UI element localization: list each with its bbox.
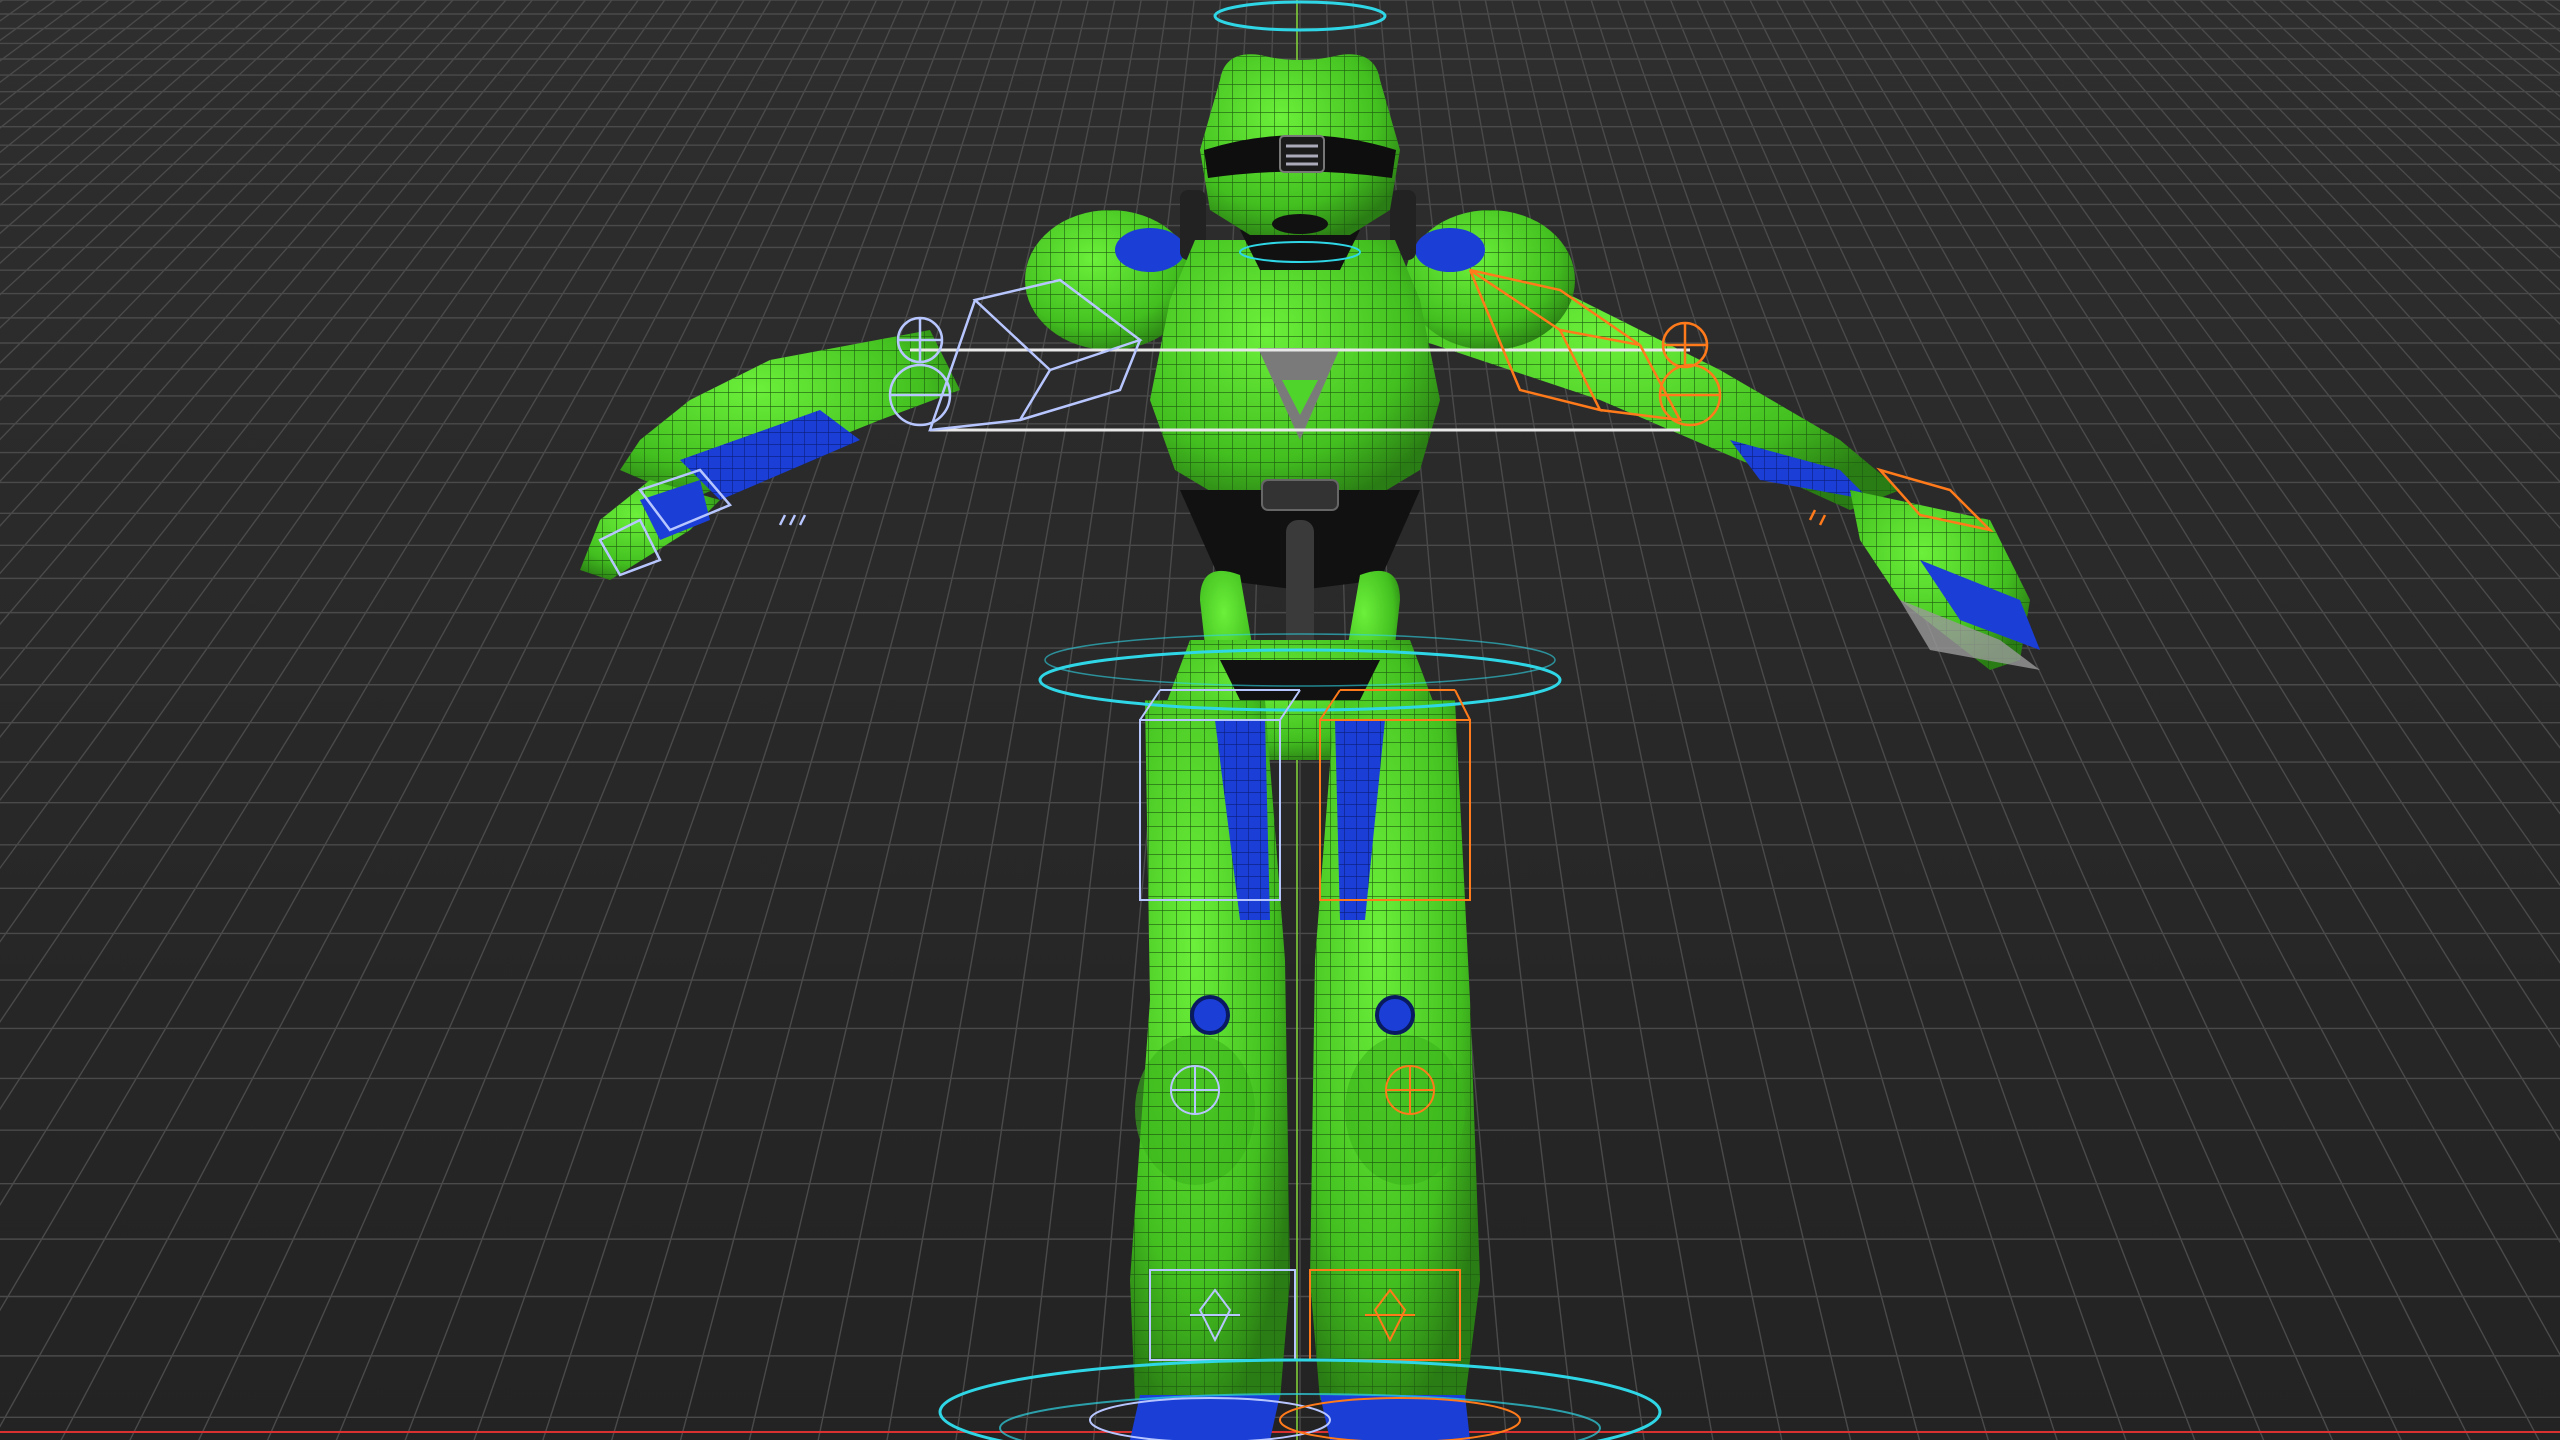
- torso[interactable]: [1150, 230, 1440, 500]
- viewport-canvas[interactable]: [0, 0, 2560, 1440]
- right-knee-light: [1375, 995, 1415, 1035]
- robot-head[interactable]: [1200, 54, 1400, 236]
- 3d-viewport[interactable]: [0, 0, 2560, 1440]
- left-knee-light: [1190, 995, 1230, 1035]
